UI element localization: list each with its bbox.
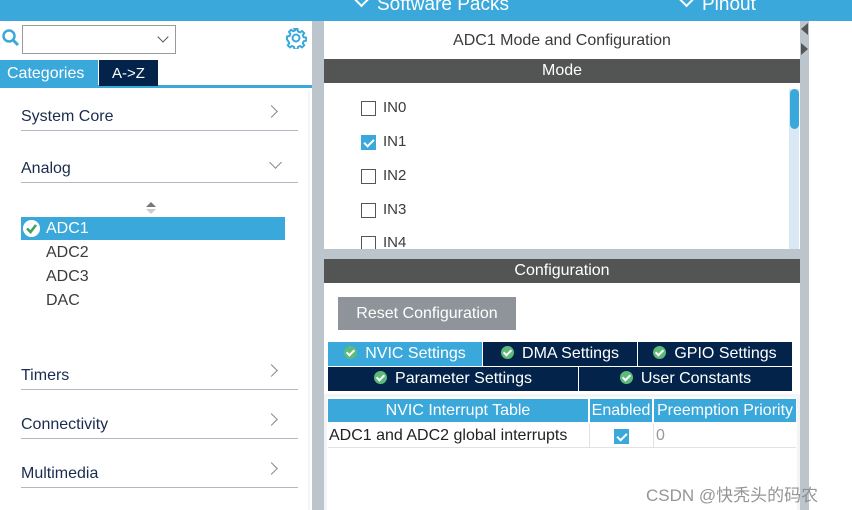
tab-nvic-settings[interactable]: NVIC Settings	[328, 342, 482, 366]
checkbox[interactable]	[361, 101, 376, 116]
checkbox[interactable]	[361, 203, 376, 218]
input-label: IN4	[383, 234, 407, 249]
column-header-preemption-priority[interactable]: Preemption Priority	[654, 399, 796, 422]
periph-adc3[interactable]: ADC3	[21, 265, 285, 288]
check-circle-icon	[653, 346, 667, 359]
top-menu-bar: Software Packs Pinout	[0, 0, 852, 21]
category-timers[interactable]: Timers	[21, 350, 298, 390]
periph-adc2[interactable]: ADC2	[21, 241, 285, 264]
category-label: Timers	[21, 367, 70, 384]
mode-configuration-panel: ADC1 Mode and Configuration Mode IN0 IN1…	[324, 21, 800, 510]
tab-a-to-z[interactable]: A->Z	[99, 60, 158, 86]
tab-label: User Constants	[640, 370, 752, 387]
chevron-down-icon[interactable]	[157, 31, 169, 43]
category-label: Connectivity	[21, 416, 109, 433]
check-circle-icon	[619, 371, 633, 384]
column-header-interrupt[interactable]: NVIC Interrupt Table	[328, 399, 588, 422]
tab-label: Software Packs	[377, 0, 509, 15]
category-tabs: Categories A->Z	[0, 60, 312, 88]
category-label: Analog	[21, 160, 71, 177]
watermark: CSDN @快秃头的码农	[646, 486, 819, 505]
chevron-down-icon	[353, 0, 370, 8]
category-connectivity[interactable]: Connectivity	[21, 399, 298, 439]
cell-enabled	[590, 424, 654, 448]
check-circle-icon	[374, 371, 388, 384]
check-circle-icon	[501, 346, 515, 359]
tab-dma-settings[interactable]: DMA Settings	[483, 342, 637, 366]
stm32cubemx-window: Software Packs Pinout Categories A->Z Sy…	[0, 0, 852, 510]
tab-label: Pinout	[702, 0, 756, 15]
periph-label: ADC3	[46, 268, 89, 285]
category-analog[interactable]: Analog	[21, 143, 298, 183]
reset-configuration-button[interactable]: Reset Configuration	[338, 297, 516, 330]
panel-title: ADC1 Mode and Configuration	[453, 32, 671, 49]
tab-parameter-settings[interactable]: Parameter Settings	[328, 367, 578, 391]
checkbox[interactable]	[361, 236, 376, 249]
input-label: IN3	[383, 201, 407, 218]
tab-gpio-settings[interactable]: GPIO Settings	[638, 342, 792, 366]
mode-input-in4[interactable]: IN4	[361, 233, 406, 249]
chevron-right-icon	[265, 413, 278, 426]
tab-pinout[interactable]: Pinout	[678, 0, 756, 16]
periph-label: DAC	[46, 292, 80, 309]
chevron-down-icon	[678, 0, 695, 8]
category-multimedia[interactable]: Multimedia	[21, 448, 298, 488]
input-label: IN0	[383, 99, 407, 116]
check-circle-icon	[23, 220, 40, 237]
collapse-left-icon[interactable]	[801, 23, 808, 35]
chevron-down-icon	[269, 156, 282, 169]
checkbox[interactable]	[361, 135, 376, 150]
input-label: IN2	[383, 167, 407, 184]
cell-preemption-priority[interactable]: 0	[654, 424, 796, 448]
left-panel: Categories A->Z System Core Analog ADC1 …	[0, 21, 312, 510]
check-circle-icon	[344, 346, 358, 359]
left-splitter[interactable]	[312, 21, 324, 510]
periph-label: ADC2	[46, 244, 89, 261]
mode-input-in0[interactable]: IN0	[361, 98, 406, 118]
mode-header: Mode	[324, 59, 800, 83]
tab-software-packs[interactable]: Software Packs	[353, 0, 509, 16]
tab-label: GPIO Settings	[674, 345, 777, 362]
input-label: IN1	[383, 133, 407, 150]
mode-input-in3[interactable]: IN3	[361, 200, 406, 220]
column-header-enabled[interactable]: Enabled	[590, 399, 652, 422]
right-area	[809, 21, 852, 510]
tab-user-constants[interactable]: User Constants	[579, 367, 792, 391]
mode-input-list: IN0 IN1 IN2 IN3 IN4	[324, 83, 800, 249]
chevron-right-icon	[265, 364, 278, 377]
configuration-header: Configuration	[324, 259, 800, 283]
category-label: Multimedia	[21, 465, 99, 482]
category-system-core[interactable]: System Core	[21, 91, 298, 131]
mode-input-in2[interactable]: IN2	[361, 166, 406, 186]
tab-categories[interactable]: Categories	[0, 60, 98, 86]
chevron-right-icon	[265, 105, 278, 118]
tab-label: DMA Settings	[522, 345, 619, 362]
search-combobox[interactable]	[22, 25, 176, 54]
gear-icon[interactable]	[285, 27, 307, 49]
periph-adc1[interactable]: ADC1	[21, 217, 285, 240]
right-splitter[interactable]	[800, 21, 809, 510]
category-label: System Core	[21, 108, 114, 125]
category-list: System Core Analog ADC1 ADC2 ADC3 DAC Ti…	[0, 91, 308, 510]
mode-scrollbar-thumb[interactable]	[790, 89, 799, 129]
tab-label: Parameter Settings	[395, 370, 532, 387]
tab-label: NVIC Settings	[365, 345, 466, 362]
cell-interrupt-name: ADC1 and ADC2 global interrupts	[328, 424, 590, 448]
search-icon[interactable]	[2, 29, 20, 47]
horizontal-splitter[interactable]	[324, 249, 800, 259]
chevron-right-icon	[265, 462, 278, 475]
periph-label: ADC1	[46, 220, 89, 237]
sort-icon[interactable]	[145, 201, 157, 215]
mode-input-in1[interactable]: IN1	[361, 132, 406, 152]
expand-right-icon[interactable]	[801, 43, 808, 55]
enabled-checkbox[interactable]	[614, 429, 629, 444]
checkbox[interactable]	[361, 169, 376, 184]
periph-dac[interactable]: DAC	[21, 289, 285, 312]
